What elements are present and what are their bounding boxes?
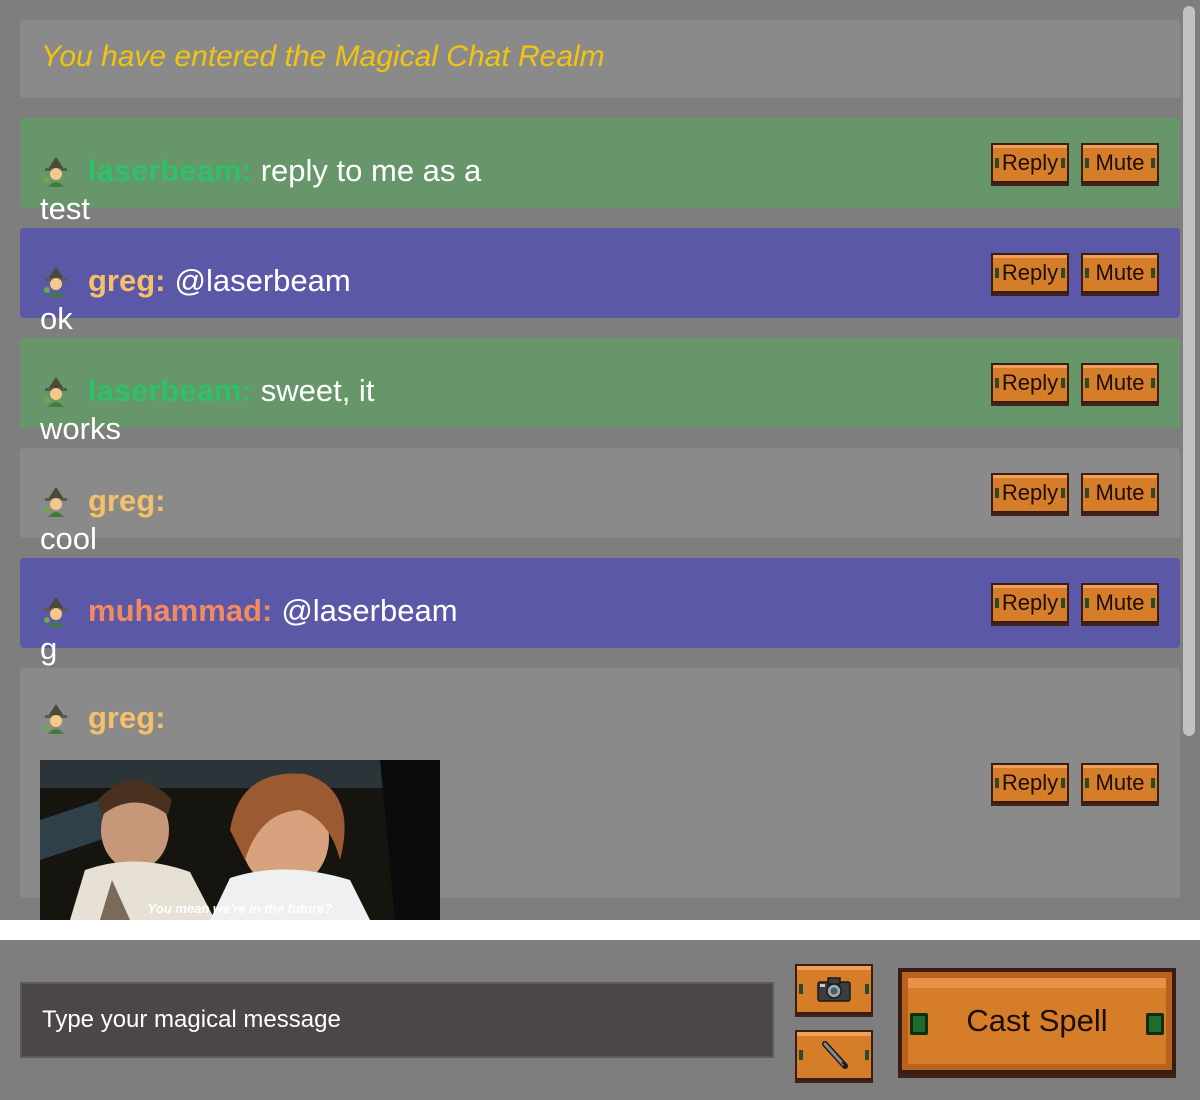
mute-button[interactable]: Mute xyxy=(1081,583,1159,623)
reply-button[interactable]: Reply xyxy=(991,583,1069,623)
photo-upload-button[interactable] xyxy=(795,964,873,1014)
chat-message: greg: @laserbeam Reply Mute ok xyxy=(20,228,1180,336)
witch-avatar-icon xyxy=(44,267,67,297)
cast-spell-button[interactable]: Cast Spell xyxy=(898,968,1176,1074)
gif-caption: You mean we're in the future? xyxy=(147,901,333,916)
mute-button[interactable]: Mute xyxy=(1081,763,1159,803)
witch-avatar-icon xyxy=(44,704,67,734)
mute-button[interactable]: Mute xyxy=(1081,143,1159,183)
mute-button[interactable]: Mute xyxy=(1081,253,1159,293)
witch-avatar-icon xyxy=(44,487,67,517)
chat-message: muhammad: @laserbeam Reply Mute g xyxy=(20,558,1180,666)
gem-icon xyxy=(910,1013,928,1035)
chat-message: greg: Reply Mute cool xyxy=(20,448,1180,556)
message-text: @laserbeam xyxy=(281,593,458,628)
chat-scrollbar-thumb[interactable] xyxy=(1183,6,1195,736)
message-username[interactable]: laserbeam: xyxy=(88,153,252,189)
reply-button[interactable]: Reply xyxy=(991,763,1069,803)
chat-message: laserbeam: reply to me as a Reply Mute t… xyxy=(20,118,1180,226)
message-text-overflow: works xyxy=(40,411,121,446)
message-text-overflow: test xyxy=(40,191,90,226)
message-text-overflow: cool xyxy=(40,521,97,556)
mute-button[interactable]: Mute xyxy=(1081,363,1159,403)
message-username[interactable]: greg: xyxy=(88,263,166,299)
message-username[interactable]: greg: xyxy=(88,483,166,519)
reply-button[interactable]: Reply xyxy=(991,253,1069,293)
gif-image[interactable]: You mean we're in the future? xyxy=(40,760,440,920)
banner-text: You have entered the Magical Chat Realm xyxy=(41,40,605,73)
welcome-banner: You have entered the Magical Chat Realm xyxy=(20,20,1180,98)
pen-icon xyxy=(822,1041,848,1069)
chat-area[interactable]: You have entered the Magical Chat Realm … xyxy=(0,0,1200,920)
reply-button[interactable]: Reply xyxy=(991,363,1069,403)
cast-spell-label: Cast Spell xyxy=(966,1003,1108,1038)
witch-avatar-icon xyxy=(44,597,67,627)
message-text-overflow: g xyxy=(40,631,58,666)
gem-icon xyxy=(1146,1013,1164,1035)
message-username[interactable]: laserbeam: xyxy=(88,373,252,409)
reply-button[interactable]: Reply xyxy=(991,143,1069,183)
witch-avatar-icon xyxy=(44,377,67,407)
reply-button[interactable]: Reply xyxy=(991,473,1069,513)
chat-message: greg: You mean we're in the future? Repl… xyxy=(20,668,1180,920)
composer-divider xyxy=(0,920,1200,940)
mute-button[interactable]: Mute xyxy=(1081,473,1159,513)
draw-button[interactable] xyxy=(795,1030,873,1080)
camera-icon xyxy=(817,977,851,1002)
message-input[interactable] xyxy=(20,982,774,1058)
message-text: @laserbeam xyxy=(174,263,351,298)
movie-still-image xyxy=(40,760,440,920)
message-text-overflow: ok xyxy=(40,301,73,336)
message-text: reply to me as a xyxy=(260,153,482,188)
message-composer: Cast Spell xyxy=(0,940,1200,1100)
chat-message: laserbeam: sweet, it Reply Mute works xyxy=(20,338,1180,446)
witch-avatar-icon xyxy=(44,157,67,187)
message-username[interactable]: greg: xyxy=(88,700,166,736)
message-text: sweet, it xyxy=(260,373,375,408)
message-username[interactable]: muhammad: xyxy=(88,593,272,629)
